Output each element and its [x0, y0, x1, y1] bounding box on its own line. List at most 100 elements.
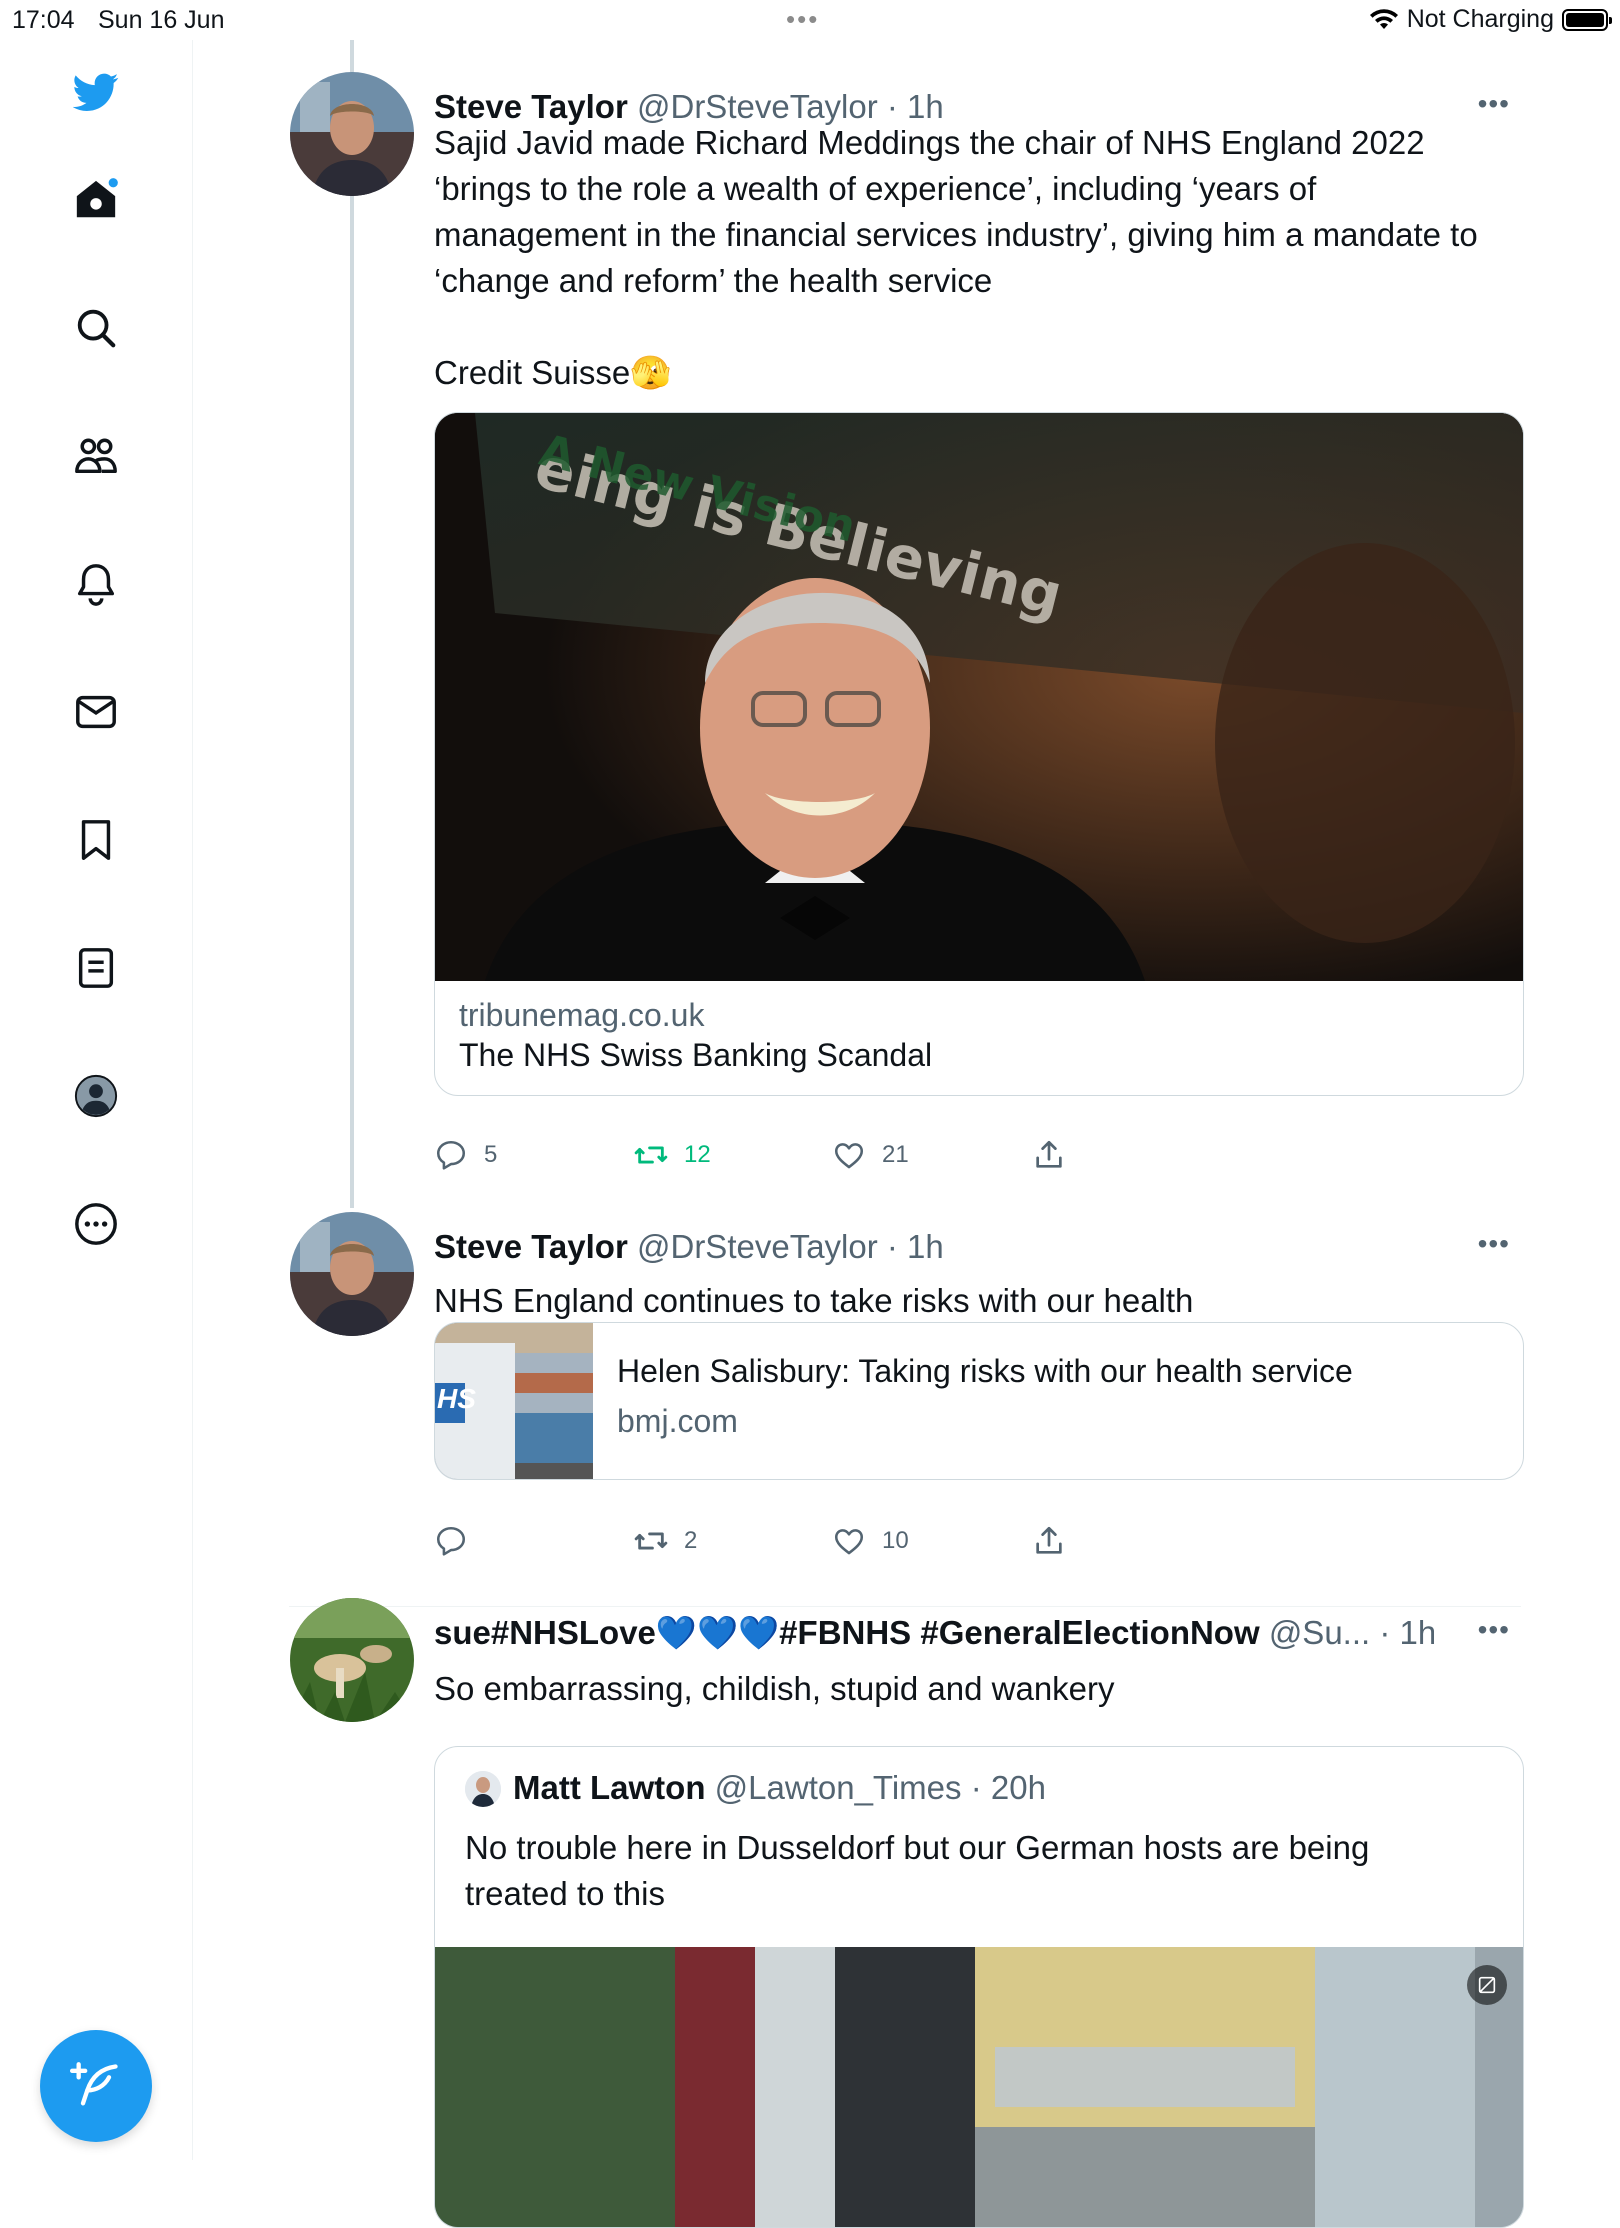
tweet-header: Steve Taylor @DrSteveTaylor · 1h — [434, 1228, 944, 1266]
tweet-time[interactable]: · 1h — [887, 1228, 944, 1265]
link-card-title: The NHS Swiss Banking Scandal — [459, 1037, 933, 1073]
bell-icon — [77, 564, 115, 606]
nav-messages[interactable] — [64, 680, 128, 744]
mail-icon — [76, 695, 116, 729]
thumbnail-text: HS — [437, 1383, 476, 1414]
link-card[interactable]: HS Helen Salisbury: Taking risks with ou… — [434, 1322, 1524, 1480]
tweet-text: NHS England continues to take risks with… — [434, 1282, 1194, 1319]
tweet-text-line: management in the financial services ind… — [434, 216, 1478, 253]
quote-text-line: No trouble here in Dusseldorf but our Ge… — [465, 1829, 1370, 1866]
tweet-header: sue#NHSLove💙💙💙#FBNHS #GeneralElectionNow… — [434, 1614, 1434, 1653]
status-date: Sun 16 Jun — [98, 6, 225, 34]
share-button[interactable] — [1032, 1138, 1066, 1172]
quote-author-name: Matt Lawton — [513, 1769, 706, 1806]
share-icon — [1036, 1140, 1062, 1168]
avatar[interactable] — [290, 72, 414, 196]
avatar[interactable] — [290, 1212, 414, 1336]
retweet-count: 12 — [684, 1141, 711, 1168]
lists-icon — [78, 948, 114, 988]
heart-icon — [834, 1529, 864, 1555]
nav-home[interactable] — [64, 168, 128, 232]
nav-explore[interactable] — [64, 296, 128, 360]
quote-media-image — [435, 1947, 1523, 2227]
tweet-actions: 5 12 21 — [434, 1138, 1134, 1178]
reply-button[interactable] — [434, 1524, 484, 1558]
reply-count: 5 — [484, 1141, 498, 1168]
author-handle[interactable]: @DrSteveTaylor — [637, 1228, 878, 1265]
nav-bookmarks[interactable] — [64, 808, 128, 872]
tweet-text-line: ‘change and reform’ the health service — [434, 262, 993, 299]
tweet-time[interactable]: · 1h — [1379, 1614, 1434, 1651]
avatar-image — [290, 1212, 414, 1336]
retweet-button[interactable]: 12 — [634, 1138, 711, 1172]
search-icon — [77, 309, 116, 348]
bookmark-icon — [81, 820, 111, 860]
quote-avatar-image — [465, 1771, 501, 1807]
like-count: 10 — [882, 1527, 909, 1554]
sidebar-nav — [0, 40, 193, 2160]
link-card-image: eing is Believing A New Vision — [435, 413, 1523, 981]
quote-time: · 20h — [970, 1769, 1046, 1806]
profile-avatar-icon — [74, 1074, 118, 1118]
quote-text: No trouble here in Dusseldorf but our Ge… — [465, 1825, 1369, 1917]
quote-tweet[interactable]: Matt Lawton @Lawton_Times · 20h No troub… — [434, 1746, 1524, 2228]
link-card-domain: tribunemag.co.uk — [459, 997, 705, 1033]
quote-header: Matt Lawton @Lawton_Times · 20h — [513, 1769, 1046, 1807]
author-name[interactable]: sue#NHSLove💙💙💙#FBNHS #GeneralElectionNow — [434, 1614, 1260, 1651]
thread-connector — [350, 40, 354, 1208]
quote-avatar — [465, 1771, 501, 1807]
tweet-text-tail: Credit Suisse — [434, 354, 631, 391]
nav-lists[interactable] — [64, 936, 128, 1000]
quote-text-line: treated to this — [465, 1875, 665, 1912]
like-button[interactable]: 21 — [832, 1138, 909, 1172]
home-icon — [76, 178, 118, 218]
nav-notifications[interactable] — [64, 552, 128, 616]
avatar-image — [290, 72, 414, 196]
nav-more[interactable] — [64, 1192, 128, 1256]
quote-media[interactable] — [435, 1947, 1523, 2227]
battery-icon — [1562, 8, 1612, 31]
link-card[interactable]: eing is Believing A New Vision tribunema… — [434, 412, 1524, 1096]
communities-icon — [75, 438, 117, 474]
link-card-domain: bmj.com — [617, 1403, 738, 1439]
nav-communities[interactable] — [64, 424, 128, 488]
peeking-emoji: 🫣 — [630, 354, 672, 391]
compose-tweet-button[interactable] — [40, 2030, 152, 2142]
status-right: Not Charging — [1369, 5, 1612, 34]
media-sensitive-icon[interactable] — [1467, 1965, 1507, 2005]
nav-profile[interactable] — [64, 1064, 128, 1128]
multitasking-dots[interactable]: ••• — [786, 4, 819, 35]
retweet-icon — [634, 1532, 668, 1550]
author-name[interactable]: Steve Taylor — [434, 1228, 628, 1265]
reply-button[interactable]: 5 — [434, 1138, 497, 1172]
link-card-thumbnail: HS — [435, 1323, 593, 1479]
retweet-icon — [634, 1146, 668, 1164]
battery-status-text: Not Charging — [1406, 5, 1554, 33]
more-options-icon[interactable]: ••• — [1478, 88, 1510, 120]
more-options-icon[interactable]: ••• — [1478, 1614, 1510, 1646]
tweet-actions: 2 10 — [434, 1524, 1134, 1564]
tweet-text: So embarrassing, childish, stupid and wa… — [434, 1670, 1115, 1707]
compose-icon — [70, 2062, 118, 2106]
twitter-bird-icon — [73, 73, 119, 111]
reply-icon — [436, 1140, 466, 1170]
more-options-icon[interactable]: ••• — [1478, 1228, 1510, 1260]
timeline: Steve Taylor @DrSteveTaylor · 1h ••• Saj… — [192, 40, 1620, 2228]
like-button[interactable]: 10 — [832, 1524, 909, 1558]
avatar[interactable] — [290, 1598, 414, 1722]
share-icon — [1036, 1526, 1062, 1554]
avatar-image — [290, 1598, 414, 1722]
twitter-logo[interactable] — [64, 60, 128, 124]
content-warning-icon — [1478, 1976, 1496, 1994]
author-handle[interactable]: @Su... — [1269, 1614, 1370, 1651]
tweet-text-line: ‘brings to the role a wealth of experien… — [434, 170, 1317, 207]
tweet-divider — [289, 1606, 1521, 1607]
wifi-icon — [1369, 8, 1398, 29]
reply-icon — [436, 1526, 466, 1556]
link-card-title: Helen Salisbury: Taking risks with our h… — [617, 1353, 1353, 1389]
tweet-text: Sajid Javid made Richard Meddings the ch… — [434, 120, 1524, 396]
share-button[interactable] — [1032, 1524, 1066, 1558]
status-bar: 17:04 Sun 16 Jun ••• Not Charging — [0, 0, 1620, 40]
retweet-button[interactable]: 2 — [634, 1524, 697, 1558]
quote-author-handle: @Lawton_Times — [714, 1769, 962, 1806]
